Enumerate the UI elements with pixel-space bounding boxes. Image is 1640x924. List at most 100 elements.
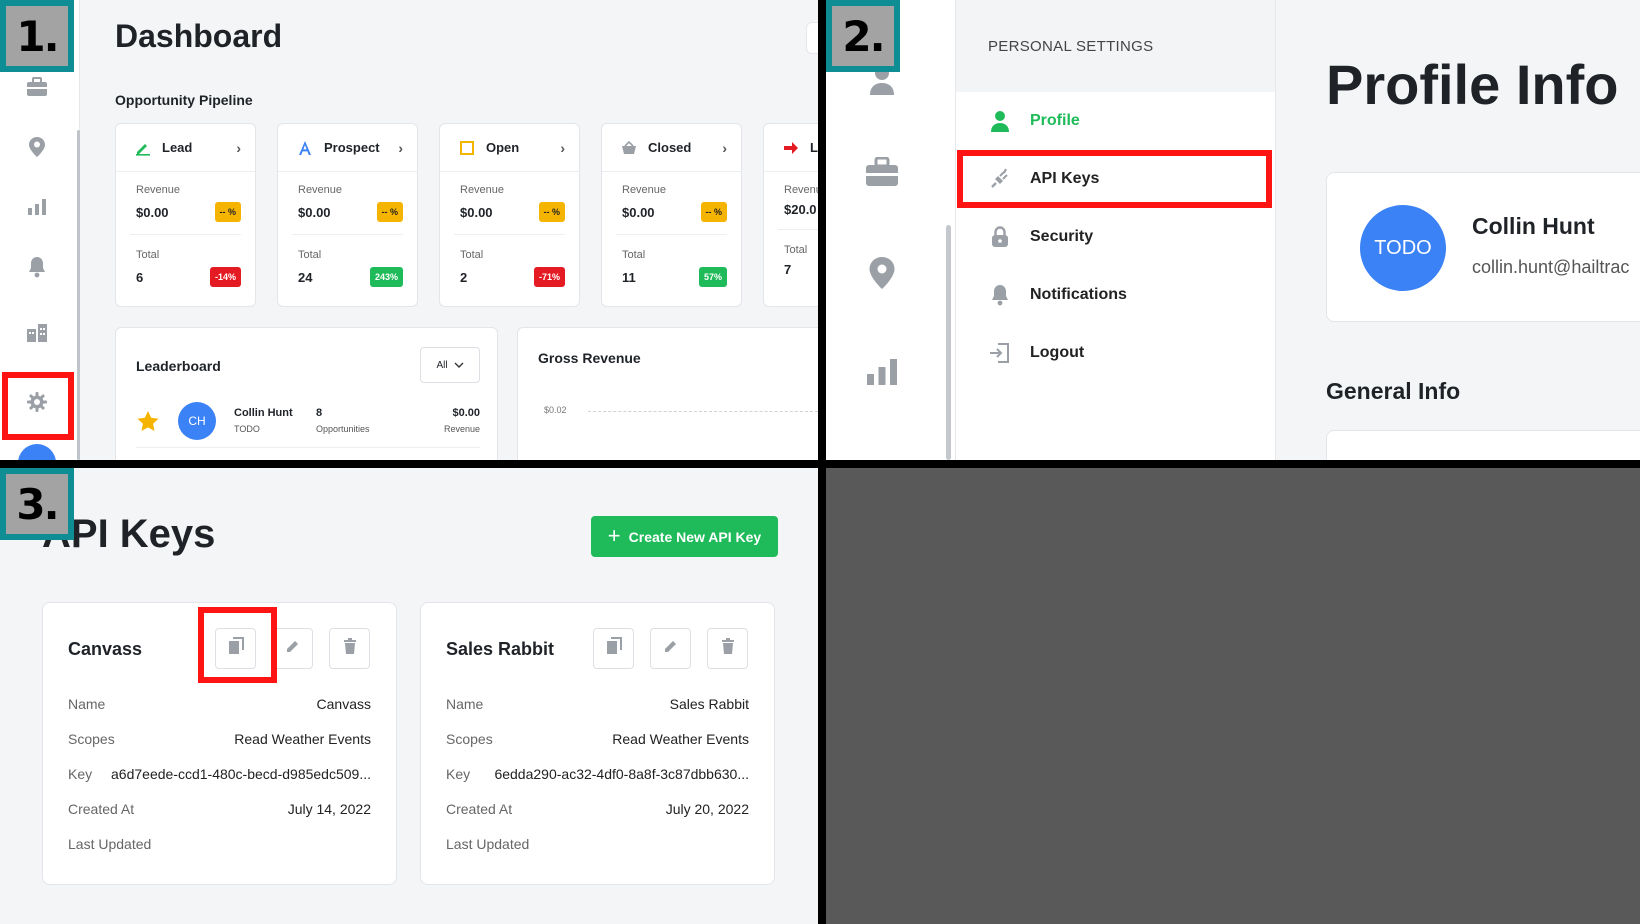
stage-name: L	[810, 140, 818, 155]
total-label: Total	[136, 249, 160, 261]
copy-button[interactable]	[593, 628, 634, 669]
step-badge-3: 3.	[0, 468, 74, 540]
menu-item-label: Notifications	[1030, 286, 1127, 303]
revenue-badge: -- %	[214, 202, 241, 222]
sidebar-scrollbar[interactable]	[77, 130, 80, 460]
bar-chart-icon[interactable]	[22, 192, 52, 222]
buildings-icon[interactable]	[22, 318, 52, 348]
chevron-right-icon: ›	[722, 139, 727, 156]
menu-item-label: Profile	[1030, 112, 1080, 129]
pipeline-card-prospect[interactable]: Prospect › Revenue $0.00 -- % Total 24 243…	[277, 123, 418, 307]
stage-name: Closed	[648, 140, 692, 155]
leaderboard-card: Leaderboard All CH Collin Hunt TODO 8 Op…	[115, 327, 498, 460]
card-header[interactable]: Lead ›	[116, 124, 255, 172]
map-pin-icon[interactable]	[862, 253, 902, 293]
total-label: Total	[784, 244, 808, 256]
pipeline-card-closed[interactable]: Closed › Revenue $0.00 -- % Total 11 57%	[601, 123, 742, 307]
field-scopes: Scopes Read Weather Events	[68, 731, 371, 747]
leaderboard-filter-select[interactable]: All	[420, 347, 480, 383]
map-pin-icon[interactable]	[22, 132, 52, 162]
delete-button[interactable]	[329, 628, 370, 669]
field-name: Name Sales Rabbit	[446, 696, 749, 712]
filter-value: All	[436, 359, 448, 371]
menu-item-label: Logout	[1030, 344, 1085, 361]
pipeline-card-open[interactable]: Open › Revenue $0.00 -- % Total 2 -71%	[439, 123, 580, 307]
bell-icon[interactable]	[22, 252, 52, 282]
field-label: Key	[446, 766, 471, 782]
square-icon	[458, 139, 476, 157]
revenue-value: $0.00	[298, 204, 331, 220]
field-key: Key a6d7eede-ccd1-480c-becd-d985edc509...	[68, 766, 371, 782]
edit-button[interactable]	[650, 628, 691, 669]
letter-a-icon	[296, 139, 314, 157]
chevron-right-icon: ›	[236, 139, 241, 156]
leaderboard-row[interactable]: CH Collin Hunt TODO 8 Opportunities $0.0…	[136, 402, 480, 448]
person-icon	[988, 109, 1012, 133]
user-subtitle: TODO	[234, 424, 260, 434]
revenue-value: $20.0	[784, 202, 817, 217]
field-name: Name Canvass	[68, 696, 371, 712]
card-header[interactable]: L	[764, 124, 818, 172]
profile-name: Collin Hunt	[1472, 213, 1595, 239]
bar-chart-icon[interactable]	[862, 352, 902, 392]
field-value: Read Weather Events	[612, 731, 749, 747]
total-value: 6	[136, 269, 144, 285]
field-key: Key 6edda290-ac32-4df0-8a8f-3c87dbb630...	[446, 766, 749, 782]
page-title: Dashboard	[115, 18, 283, 54]
total-label: Total	[460, 249, 484, 261]
menu-item-label: API Keys	[1030, 170, 1100, 187]
copy-icon	[228, 637, 244, 660]
create-api-key-button[interactable]: + Create New API Key	[591, 516, 778, 557]
gear-icon[interactable]	[22, 387, 52, 417]
field-created-at: Created At July 20, 2022	[446, 801, 749, 817]
pencil-icon	[285, 638, 301, 659]
card-header[interactable]: Open ›	[440, 124, 579, 172]
pencil-icon	[134, 139, 152, 157]
delete-button[interactable]	[707, 628, 748, 669]
briefcase-icon[interactable]	[22, 72, 52, 102]
card-header[interactable]: Prospect ›	[278, 124, 417, 172]
revenue-badge: -- %	[538, 202, 565, 222]
total-value: 11	[622, 269, 636, 285]
field-label: Created At	[446, 801, 513, 817]
avatar[interactable]	[18, 444, 56, 460]
edit-button[interactable]	[272, 628, 313, 669]
chevron-right-icon: ›	[560, 139, 565, 156]
menu-item-notifications[interactable]: Notifications	[956, 266, 1275, 324]
revenue-label: Revenue	[443, 424, 480, 434]
total-value: 24	[298, 269, 313, 285]
field-label: Key	[68, 766, 93, 782]
menu-item-logout[interactable]: Logout	[956, 324, 1275, 382]
revenue-label: Revenue	[460, 184, 505, 196]
settings-heading: PERSONAL SETTINGS	[956, 0, 1275, 92]
field-last-updated: Last Updated	[68, 836, 371, 852]
copy-button[interactable]	[215, 628, 256, 669]
field-label: Name	[446, 696, 484, 712]
logout-icon	[988, 341, 1012, 365]
top-bar-edge	[806, 22, 818, 54]
card-header[interactable]: Closed ›	[602, 124, 741, 172]
chevron-right-icon: ›	[398, 139, 403, 156]
opportunity-count: 8	[316, 407, 323, 419]
step-badge-1: 1.	[0, 0, 74, 72]
avatar[interactable]: TODO	[1360, 205, 1446, 291]
field-value: Sales Rabbit	[669, 696, 749, 712]
revenue-value: $0.00	[136, 204, 169, 220]
menu-item-security[interactable]: Security	[956, 208, 1275, 266]
field-label: Last Updated	[68, 836, 152, 852]
stage-name: Prospect	[324, 140, 380, 155]
field-value: 6edda290-ac32-4df0-8a8f-3c87dbb630...	[494, 766, 749, 782]
pipeline-card-lost[interactable]: L Revenu $20.0 Total 7	[763, 123, 818, 307]
field-last-updated: Last Updated	[446, 836, 749, 852]
chevron-down-icon	[454, 360, 464, 371]
star-icon	[136, 410, 160, 437]
menu-item-api-keys[interactable]: API Keys	[956, 150, 1275, 208]
profile-email: collin.hunt@hailtrac	[1472, 257, 1630, 277]
menu-item-profile[interactable]: Profile	[956, 92, 1275, 150]
total-badge: -71%	[533, 267, 565, 287]
pipeline-card-lead[interactable]: Lead › Revenue $0.00 -- % Total 6 -14%	[115, 123, 256, 307]
total-badge: 243%	[369, 267, 403, 287]
menu-item-label: Security	[1030, 228, 1094, 245]
sidebar-scrollbar[interactable]	[946, 225, 951, 460]
briefcase-icon[interactable]	[862, 152, 902, 192]
